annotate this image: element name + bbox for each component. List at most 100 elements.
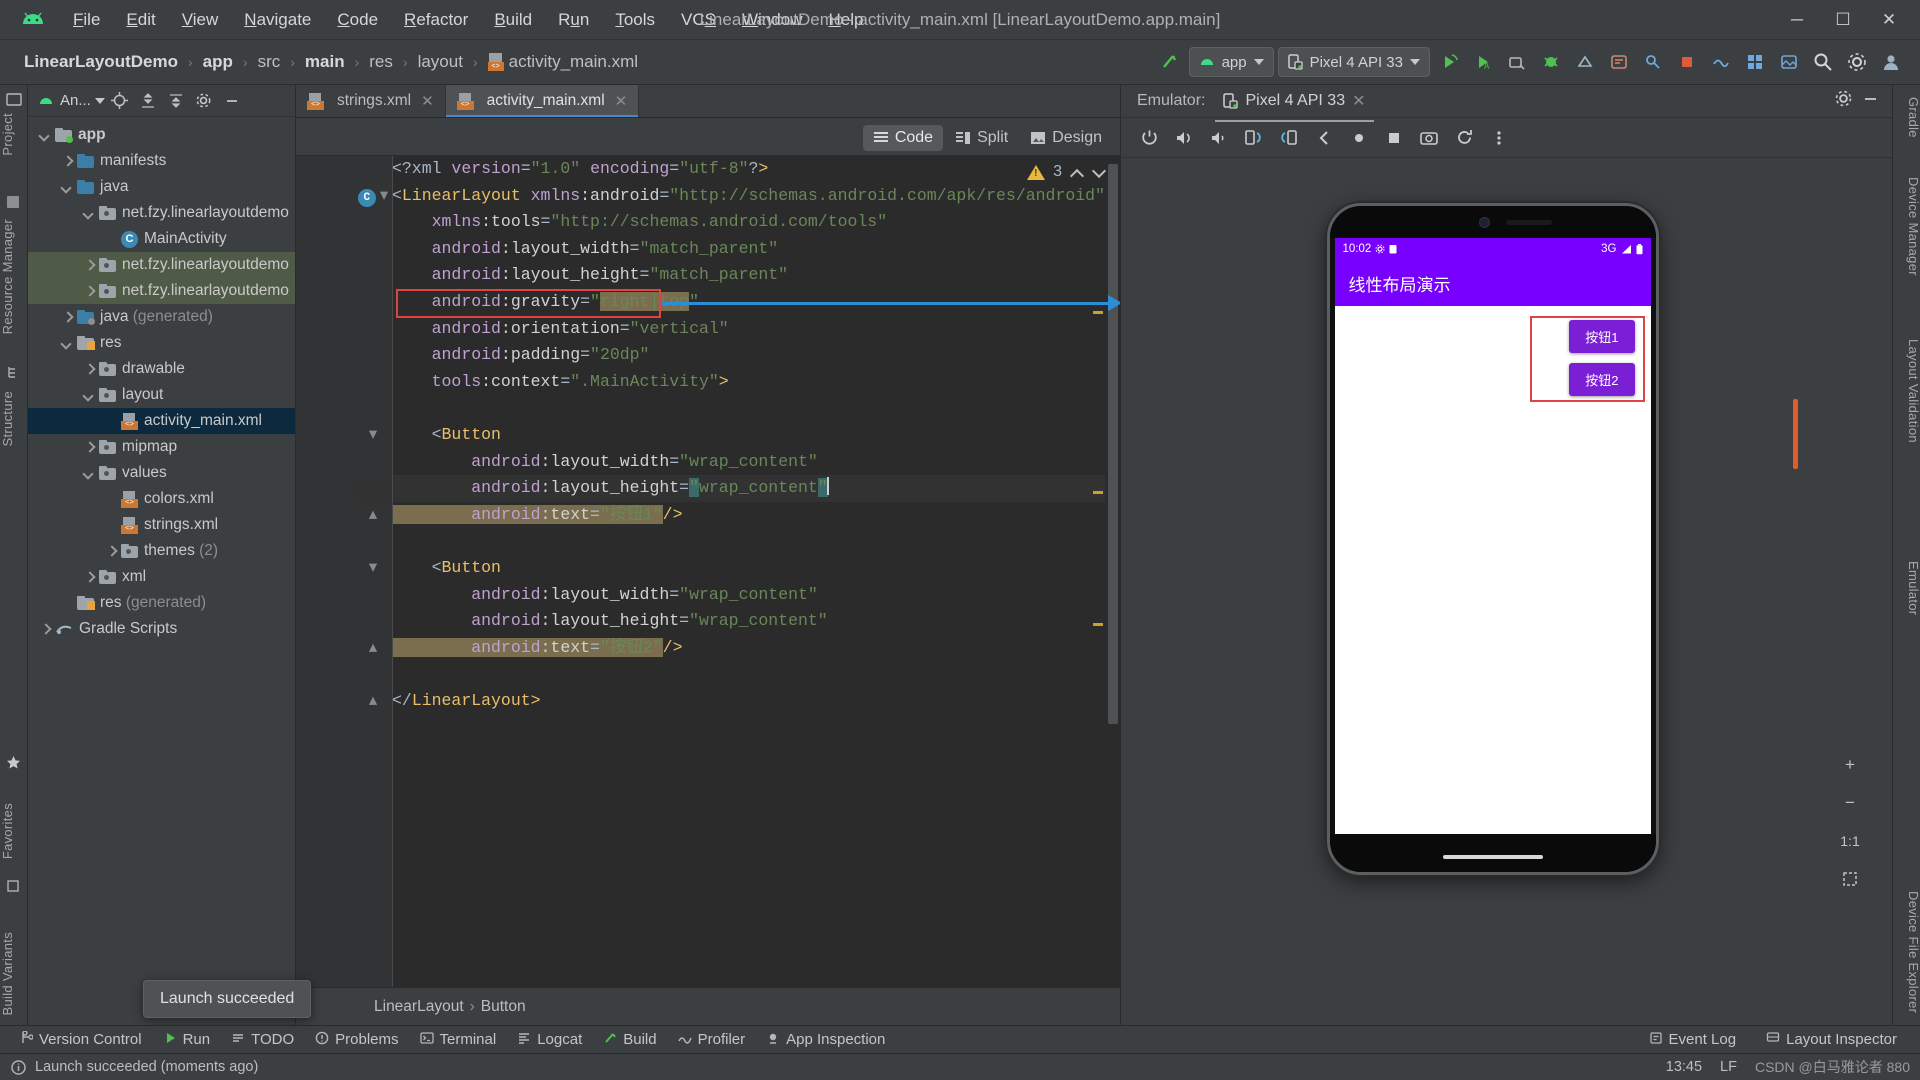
screenshot-icon[interactable]	[1413, 123, 1445, 153]
chevron-down-icon[interactable]	[82, 206, 96, 220]
run-configuration-selector[interactable]: app	[1188, 47, 1274, 77]
gutter-marker[interactable]	[354, 369, 392, 396]
gutter-marker[interactable]: ▴	[354, 635, 392, 662]
breadcrumb-button[interactable]: Button	[481, 998, 526, 1016]
settings-icon[interactable]	[1842, 47, 1872, 77]
editor-tab-activity-main-xml[interactable]: <> activity_main.xml ✕	[445, 85, 640, 117]
home-icon[interactable]	[1343, 123, 1375, 153]
tree-item-themes[interactable]: themes (2)	[28, 538, 295, 564]
view-mode-code[interactable]: Code	[862, 125, 944, 151]
fold-end-icon[interactable]: ▴	[369, 505, 377, 524]
fold-end-icon[interactable]: ▴	[369, 691, 377, 710]
sidebar-item-emulator[interactable]: Emulator	[1893, 555, 1920, 621]
breadcrumb-item-activity-main-xml[interactable]: <> activity_main.xml	[482, 50, 644, 74]
search-icon[interactable]	[1808, 47, 1838, 77]
nav-pill[interactable]	[1442, 855, 1543, 859]
gutter-marker[interactable]: ▾	[354, 422, 392, 449]
view-mode-design[interactable]: Design	[1020, 125, 1112, 151]
gutter-marker[interactable]: ▴	[354, 502, 392, 529]
debug-icon[interactable]: A	[1468, 47, 1498, 77]
fold-icon[interactable]: ▾	[380, 186, 388, 205]
device-screen[interactable]: 10:02 3G 线性布局演示 按钮1 按钮2	[1334, 238, 1651, 834]
gutter-marker[interactable]	[354, 236, 392, 263]
chevron-right-icon[interactable]	[82, 440, 96, 454]
make-project-icon[interactable]	[1155, 47, 1185, 77]
project-tree[interactable]: app manifests java net.fzy.linearlayoutdemo…	[28, 118, 295, 1025]
tree-item-res[interactable]: res	[28, 330, 295, 356]
class-marker-icon[interactable]: C	[357, 188, 376, 207]
sidebar-item-device-file-explorer[interactable]: Device File Explorer	[1893, 885, 1920, 1019]
gutter-marker[interactable]	[354, 528, 392, 555]
tool-window-event-log[interactable]: Event Log	[1640, 1028, 1746, 1052]
minimize-icon[interactable]	[1861, 89, 1880, 113]
project-view-selector[interactable]: An...	[36, 92, 105, 109]
tree-item-res[interactable]: res (generated)	[28, 590, 295, 616]
chevron-right-icon[interactable]	[60, 154, 74, 168]
tree-item-colors-xml[interactable]: <> colors.xml	[28, 486, 295, 512]
account-icon[interactable]	[1876, 47, 1906, 77]
device-button-1[interactable]: 按钮1	[1569, 320, 1635, 353]
run-icon[interactable]	[1434, 47, 1464, 77]
tree-item-manifests[interactable]: manifests	[28, 148, 295, 174]
attach-debugger-icon[interactable]	[1536, 47, 1566, 77]
avd-manager-icon[interactable]	[1570, 47, 1600, 77]
gutter-marker[interactable]	[354, 262, 392, 289]
tree-item-java[interactable]: java	[28, 174, 295, 200]
fold-icon[interactable]: ▾	[369, 425, 377, 444]
gutter-marker[interactable]	[354, 342, 392, 369]
error-stripe-mark[interactable]	[1093, 491, 1103, 494]
menu-item-edit[interactable]: Edit	[113, 7, 168, 33]
settings-icon[interactable]	[1834, 89, 1853, 113]
close-icon[interactable]: ✕	[615, 92, 628, 110]
tree-item-xml[interactable]: xml	[28, 564, 295, 590]
sidebar-item-layout-validation[interactable]: Layout Validation	[1893, 333, 1920, 449]
device-button-2[interactable]: 按钮2	[1569, 363, 1635, 396]
menu-item-vcs[interactable]: VCS	[668, 7, 729, 33]
favorites-tab-icon[interactable]	[6, 755, 22, 771]
tool-window-problems[interactable]: Problems	[306, 1028, 407, 1052]
tool-window-terminal[interactable]: Terminal	[411, 1028, 506, 1052]
rotate-left-icon[interactable]	[1238, 123, 1270, 153]
locate-icon[interactable]	[107, 88, 133, 114]
menu-item-build[interactable]: Build	[481, 7, 545, 33]
gutter-marker[interactable]	[354, 395, 392, 422]
tree-item-gradle-scripts[interactable]: Gradle Scripts	[28, 616, 295, 642]
breadcrumb-item-main[interactable]: main	[299, 50, 351, 74]
tree-item-net-fzy-linearlayoutdemo[interactable]: net.fzy.linearlayoutdemo	[28, 278, 295, 304]
breadcrumb-item-linearlayoutdemo[interactable]: LinearLayoutDemo	[18, 50, 184, 74]
resource-manager-tab-icon[interactable]	[6, 195, 22, 211]
minimize-button[interactable]: ─	[1774, 0, 1820, 40]
device-manager-icon[interactable]	[1740, 47, 1770, 77]
menu-item-run[interactable]: Run	[545, 7, 602, 33]
profile-icon[interactable]	[1502, 47, 1532, 77]
view-mode-split[interactable]: Split	[945, 125, 1018, 151]
editor-tab-strings-xml[interactable]: <> strings.xml ✕	[296, 85, 446, 117]
line-ending-indicator[interactable]: LF	[1720, 1059, 1737, 1075]
chevron-right-icon[interactable]	[82, 284, 96, 298]
tree-item-values[interactable]: values	[28, 460, 295, 486]
tree-item-net-fzy-linearlayoutdemo[interactable]: net.fzy.linearlayoutdemo	[28, 200, 295, 226]
gutter-marker[interactable]	[354, 608, 392, 635]
fold-end-icon[interactable]: ▴	[369, 638, 377, 657]
sidebar-item-structure[interactable]: Structure	[0, 385, 28, 452]
gutter-marker[interactable]: ▾	[354, 555, 392, 582]
tool-window-run[interactable]: Run	[154, 1028, 220, 1052]
sdk-manager-icon[interactable]	[1604, 47, 1634, 77]
breadcrumb-item-layout[interactable]: layout	[412, 50, 469, 74]
menu-item-window[interactable]: Window	[729, 7, 815, 33]
tool-window-profiler[interactable]: Profiler	[669, 1028, 755, 1052]
tree-item-java[interactable]: java (generated)	[28, 304, 295, 330]
chevron-down-icon[interactable]	[60, 336, 74, 350]
search-everywhere-icon[interactable]	[1638, 47, 1668, 77]
previous-problem-icon[interactable]	[1070, 165, 1084, 179]
expand-all-icon[interactable]	[135, 88, 161, 114]
settings-icon[interactable]	[191, 88, 217, 114]
chevron-down-icon[interactable]	[82, 466, 96, 480]
emulator-tab-close-icon[interactable]: ✕	[1352, 91, 1365, 111]
sidebar-item-resource-manager[interactable]: Resource Manager	[0, 213, 28, 340]
tree-item-drawable[interactable]: drawable	[28, 356, 295, 382]
tree-item-strings-xml[interactable]: <> strings.xml	[28, 512, 295, 538]
editor-scrollbar[interactable]	[1106, 156, 1120, 987]
power-icon[interactable]	[1133, 123, 1165, 153]
zoom-fit-icon[interactable]	[1838, 867, 1862, 891]
